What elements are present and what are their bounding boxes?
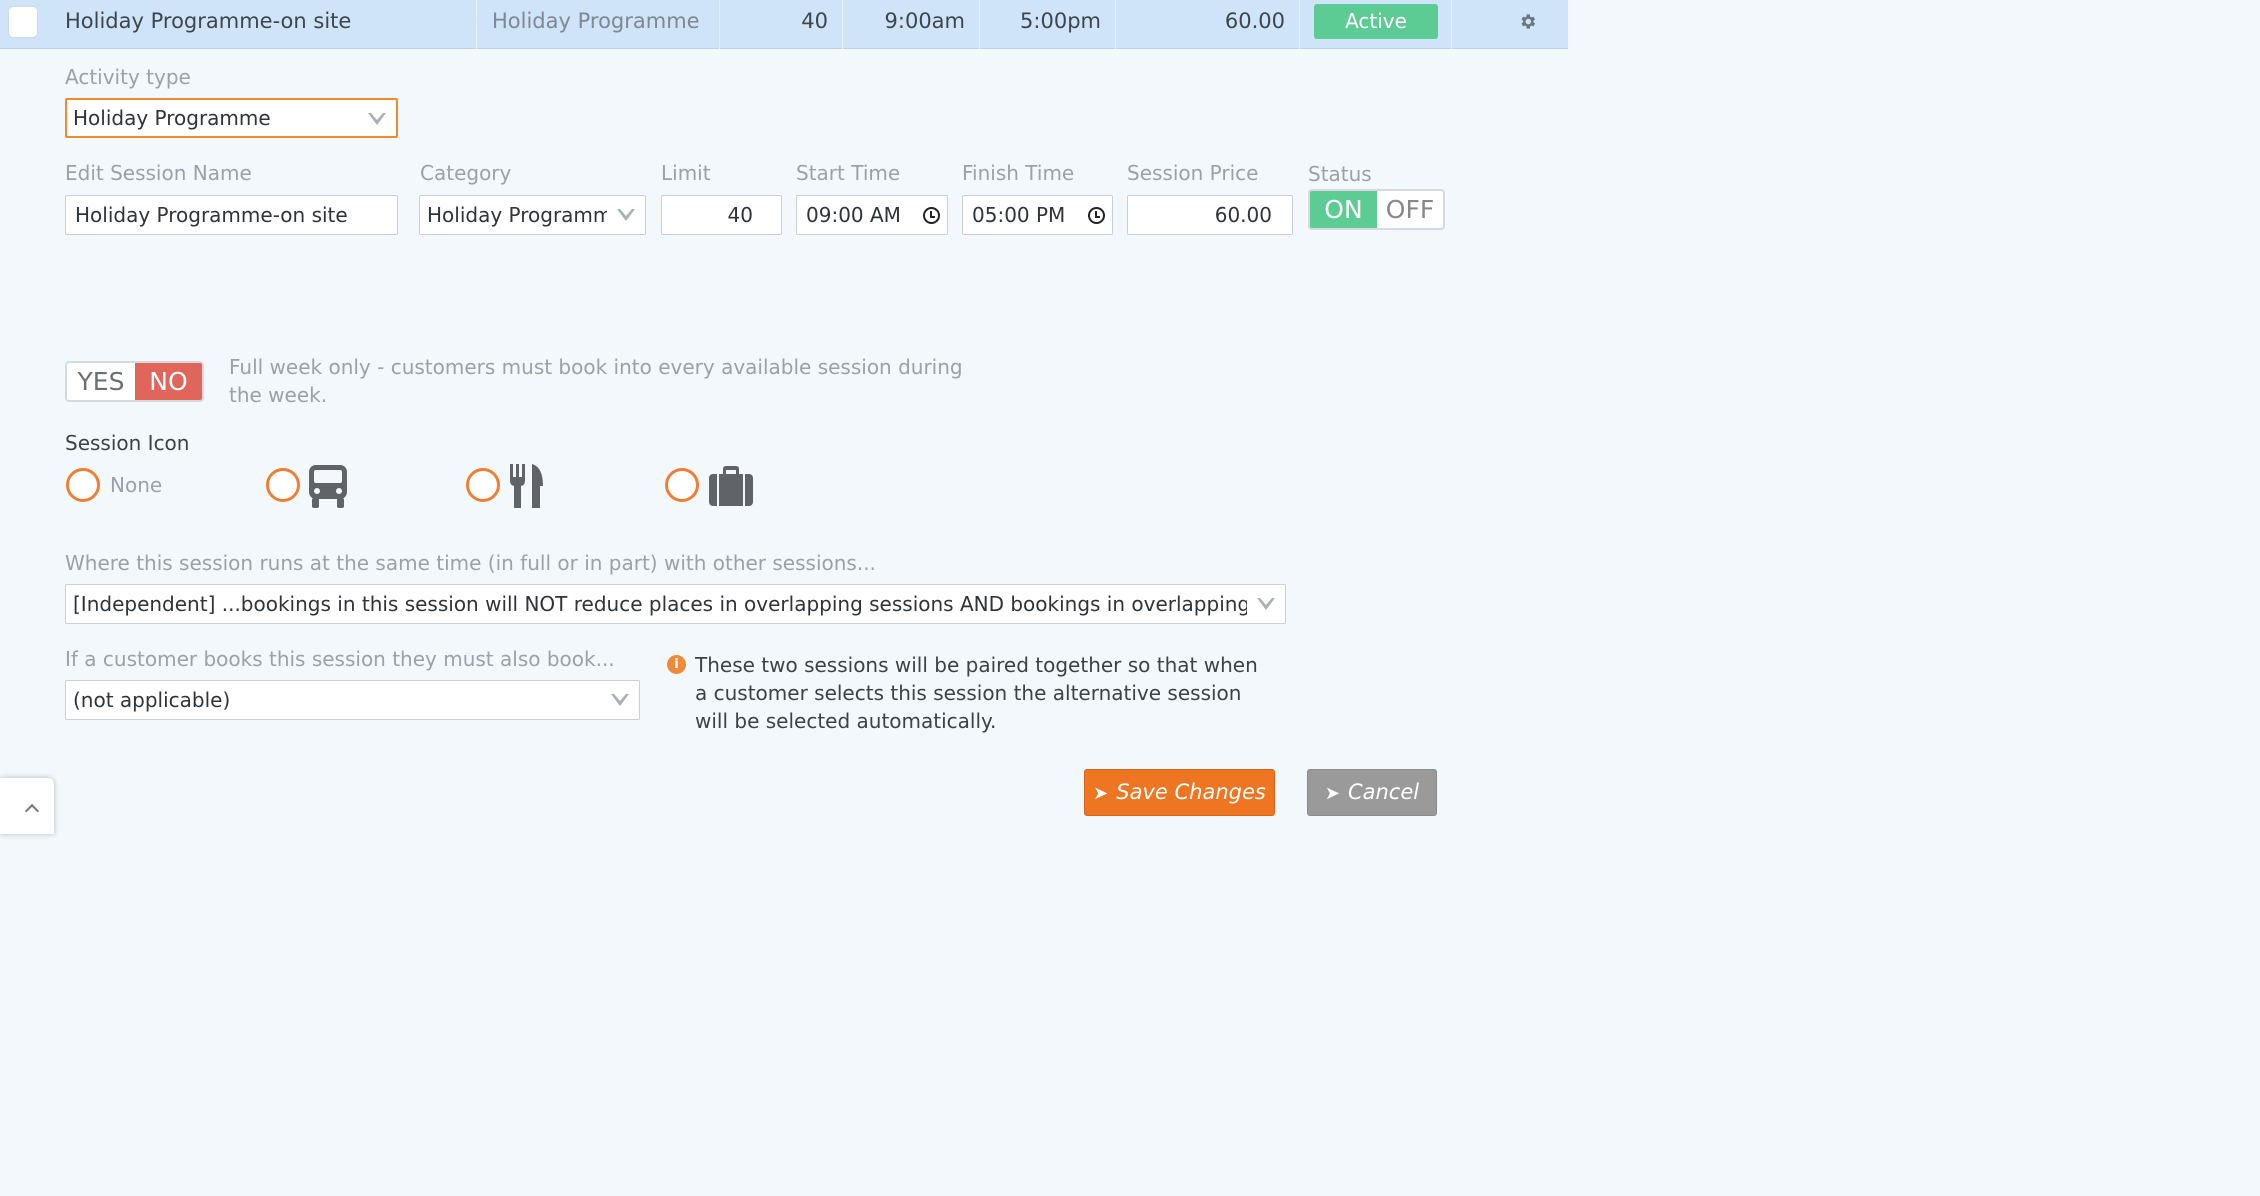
arrow-right-icon: ➤ xyxy=(1324,783,1340,804)
chevron-up-icon xyxy=(24,803,40,819)
session-row[interactable]: Holiday Programme-on site Holiday Progra… xyxy=(0,0,1568,49)
start-time-label: Start Time xyxy=(796,161,901,185)
gear-icon[interactable] xyxy=(1518,12,1537,31)
paired-session-value: (not applicable) xyxy=(73,688,231,712)
row-limit: 40 xyxy=(720,0,843,49)
row-start-time: 9:00am xyxy=(843,0,980,49)
row-status-cell: Active xyxy=(1300,0,1452,49)
save-changes-label: Save Changes xyxy=(1116,780,1266,804)
row-finish-time: 5:00pm xyxy=(980,0,1116,49)
full-week-no-option[interactable]: NO xyxy=(135,363,202,400)
row-activity-type: Holiday Programme xyxy=(477,0,720,49)
icon-radio-bus[interactable] xyxy=(266,468,300,502)
row-session-name: Holiday Programme-on site xyxy=(0,0,477,49)
save-changes-button[interactable]: ➤ Save Changes xyxy=(1084,769,1275,816)
status-toggle[interactable]: ON OFF xyxy=(1308,189,1445,230)
finish-time-label: Finish Time xyxy=(962,161,1075,185)
full-week-description: Full week only - customers must book int… xyxy=(229,355,963,407)
full-week-yes-option[interactable]: YES xyxy=(67,363,135,400)
activity-type-label: Activity type xyxy=(65,65,191,89)
activity-type-select[interactable]: Holiday Programme xyxy=(65,98,398,138)
clock-icon[interactable] xyxy=(1088,207,1105,224)
status-label: Status xyxy=(1308,162,1372,186)
overlap-value: [Independent] ...bookings in this sessio… xyxy=(73,592,1286,616)
limit-label: Limit xyxy=(661,161,711,185)
clock-icon[interactable] xyxy=(923,207,940,224)
session-name-label: Edit Session Name xyxy=(65,161,252,185)
icon-radio-food[interactable] xyxy=(466,468,500,502)
chevron-down-icon xyxy=(617,209,635,221)
fork-knife-icon xyxy=(510,464,543,508)
session-price-label: Session Price xyxy=(1127,161,1259,185)
overlap-select[interactable]: [Independent] ...bookings in this sessio… xyxy=(65,584,1286,624)
category-label: Category xyxy=(420,161,512,185)
cancel-button[interactable]: ➤ Cancel xyxy=(1307,769,1437,816)
category-value: Holiday Programme xyxy=(427,203,625,227)
chevron-down-icon xyxy=(611,694,629,706)
category-select[interactable]: Holiday Programme xyxy=(419,195,646,235)
icon-none-label: None xyxy=(110,473,163,497)
session-name-input[interactable]: Holiday Programme-on site xyxy=(65,195,398,235)
finish-time-input[interactable]: 05:00 PM xyxy=(962,195,1113,235)
icon-radio-none[interactable] xyxy=(66,468,100,502)
finish-time-value: 05:00 PM xyxy=(972,203,1066,227)
status-on-option[interactable]: ON xyxy=(1310,191,1377,228)
paired-session-select[interactable]: (not applicable) xyxy=(65,680,640,720)
row-price: 60.00 xyxy=(1116,0,1300,49)
overlap-label: Where this session runs at the same time… xyxy=(65,551,876,575)
paired-session-label: If a customer books this session they mu… xyxy=(65,647,615,671)
full-week-toggle[interactable]: YES NO xyxy=(65,361,204,402)
start-time-value: 09:00 AM xyxy=(806,203,901,227)
cancel-label: Cancel xyxy=(1347,780,1420,804)
info-icon: i xyxy=(667,655,686,674)
chevron-down-icon xyxy=(1257,598,1275,610)
session-icon-label: Session Icon xyxy=(65,431,190,455)
suitcase-icon xyxy=(709,466,753,506)
activity-type-value: Holiday Programme xyxy=(73,106,271,130)
session-price-input[interactable]: 60.00 xyxy=(1127,195,1293,235)
chevron-down-icon xyxy=(368,113,386,125)
icon-radio-luggage[interactable] xyxy=(665,468,699,502)
row-settings-cell xyxy=(1452,0,1568,49)
limit-input[interactable]: 40 xyxy=(661,195,782,235)
start-time-input[interactable]: 09:00 AM xyxy=(796,195,948,235)
status-badge: Active xyxy=(1314,4,1438,39)
bus-icon xyxy=(309,465,347,508)
scroll-to-top-button[interactable] xyxy=(0,778,54,834)
arrow-right-icon: ➤ xyxy=(1093,783,1109,804)
status-off-option[interactable]: OFF xyxy=(1377,191,1443,228)
paired-session-info: These two sessions will be paired togeth… xyxy=(695,653,1258,733)
